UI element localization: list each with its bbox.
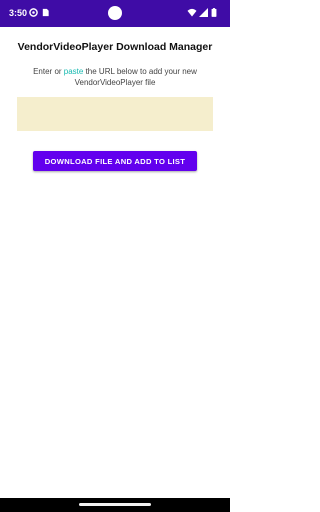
cellular-signal-icon xyxy=(199,8,208,17)
url-input[interactable] xyxy=(17,97,213,131)
status-time: 3:50 xyxy=(9,8,28,18)
home-gesture-handle[interactable] xyxy=(79,503,151,506)
instruction-suffix: the URL below to add your new VendorVide… xyxy=(74,67,197,87)
sim-card-icon xyxy=(42,8,49,17)
camera-cutout xyxy=(108,6,122,20)
paste-link[interactable]: paste xyxy=(64,67,84,76)
battery-icon xyxy=(211,8,217,17)
download-file-button[interactable]: DOWNLOAD FILE AND ADD TO LIST xyxy=(33,151,197,171)
settings-icon xyxy=(29,8,38,17)
wifi-icon xyxy=(187,8,197,17)
page-title: VendorVideoPlayer Download Manager xyxy=(17,41,213,53)
instruction-prefix: Enter or xyxy=(33,67,64,76)
status-bar: 3:50 xyxy=(0,0,230,27)
navigation-bar xyxy=(0,498,230,512)
instruction-text: Enter or paste the URL below to add your… xyxy=(20,66,210,88)
